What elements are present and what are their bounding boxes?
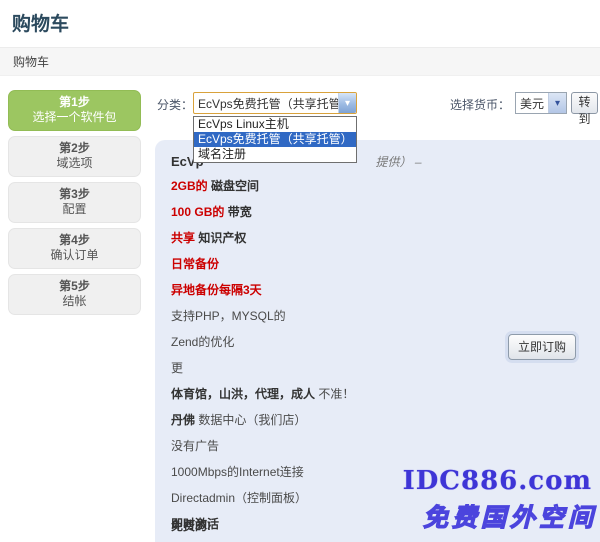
currency-select[interactable]: 美元 ▾	[515, 92, 567, 114]
step-number: 第3步	[11, 187, 138, 202]
step-number: 第4步	[11, 233, 138, 248]
breadcrumb: 购物车	[0, 48, 600, 76]
feature-line: 丹佛 数据中心（我们店）	[171, 413, 584, 427]
step-number: 第1步	[11, 95, 138, 110]
feature-line: 即时激活	[171, 517, 584, 531]
feature-text: 没有广告	[171, 439, 219, 453]
feature-text: 共享	[171, 231, 198, 245]
order-steps-sidebar: 第1步选择一个软件包第2步域选项第3步配置第4步确认订单第5步结帐	[8, 90, 141, 320]
category-option-3[interactable]: 域名注册	[194, 147, 356, 162]
step-label: 配置	[11, 202, 138, 217]
feature-text: 数据中心（我们店）	[198, 413, 306, 427]
chevron-down-icon: ▾	[548, 93, 566, 113]
feature-text: 体育馆，山洪，代理，成人	[171, 387, 318, 401]
feature-text: 2GB的	[171, 179, 211, 193]
currency-go-button[interactable]: 转到	[571, 92, 598, 114]
step-number: 第2步	[11, 141, 138, 156]
order-now-button[interactable]: 立即订购	[508, 334, 576, 360]
product-title-suffix: 提供） –	[376, 155, 422, 169]
feature-text: Directadmin（控制面板）	[171, 491, 307, 505]
feature-text: 知识产权	[198, 231, 246, 245]
step-1-button[interactable]: 第1步选择一个软件包	[8, 90, 141, 131]
category-dropdown-list: EcVps Linux主机EcVps免费托管（共享托管）域名注册	[193, 116, 357, 163]
feature-text: 丹佛	[171, 413, 198, 427]
feature-line: 没有广告	[171, 439, 584, 453]
feature-line: 100 GB的 带宽	[171, 205, 584, 219]
toolbar: 分类： EcVps免费托管（共享托管） ▾ 选择货币： 美元 ▾ 转到	[155, 92, 598, 115]
step-number: 第5步	[11, 279, 138, 294]
step-3-button[interactable]: 第3步配置	[8, 182, 141, 223]
feature-text: 不准！	[318, 387, 354, 401]
step-4-button[interactable]: 第4步确认订单	[8, 228, 141, 269]
step-5-button[interactable]: 第5步结帐	[8, 274, 141, 315]
feature-line: 支持PHP，MYSQL的	[171, 309, 584, 323]
chevron-down-icon: ▾	[338, 93, 356, 113]
feature-text: 带宽	[228, 205, 252, 219]
free-price-label: 免费的!	[171, 517, 211, 534]
feature-text: 异地备份每隔3天	[171, 283, 262, 297]
feature-text: 100 GB的	[171, 205, 228, 219]
category-label: 分类：	[157, 96, 193, 113]
feature-line: 共享 知识产权	[171, 231, 584, 245]
feature-line: 日常备份	[171, 257, 584, 271]
category-select[interactable]: EcVps免费托管（共享托管） ▾	[193, 92, 357, 114]
step-label: 确认订单	[11, 248, 138, 263]
currency-label: 选择货币：	[450, 96, 510, 113]
step-label: 结帐	[11, 294, 138, 309]
feature-line: 更	[171, 361, 584, 375]
feature-line: 异地备份每隔3天	[171, 283, 584, 297]
feature-line: 体育馆，山洪，代理，成人 不准！	[171, 387, 584, 401]
feature-line: 1000Mbps的Internet连接	[171, 465, 584, 479]
category-option-2[interactable]: EcVps免费托管（共享托管）	[194, 132, 356, 147]
feature-text: 日常备份	[171, 257, 219, 271]
breadcrumb-link-cart[interactable]: 购物车	[13, 55, 49, 69]
feature-text: 1000Mbps的Internet连接	[171, 465, 304, 479]
step-2-button[interactable]: 第2步域选项	[8, 136, 141, 177]
category-selected-value: EcVps免费托管（共享托管）	[194, 95, 338, 112]
feature-line: 2GB的 磁盘空间	[171, 179, 584, 193]
feature-text: 更	[171, 361, 183, 375]
step-label: 选择一个软件包	[11, 110, 138, 125]
shopping-cart-page: 购物车 购物车 第1步选择一个软件包第2步域选项第3步配置第4步确认订单第5步结…	[0, 0, 600, 542]
step-label: 域选项	[11, 156, 138, 171]
category-option-1[interactable]: EcVps Linux主机	[194, 117, 356, 132]
feature-text: 磁盘空间	[211, 179, 259, 193]
currency-selected-value: 美元	[516, 95, 548, 112]
feature-text: Zend的优化	[171, 335, 234, 349]
feature-text: 支持PHP，MYSQL的	[171, 309, 286, 323]
page-title: 购物车	[0, 0, 600, 48]
feature-line: Directadmin（控制面板）	[171, 491, 584, 505]
